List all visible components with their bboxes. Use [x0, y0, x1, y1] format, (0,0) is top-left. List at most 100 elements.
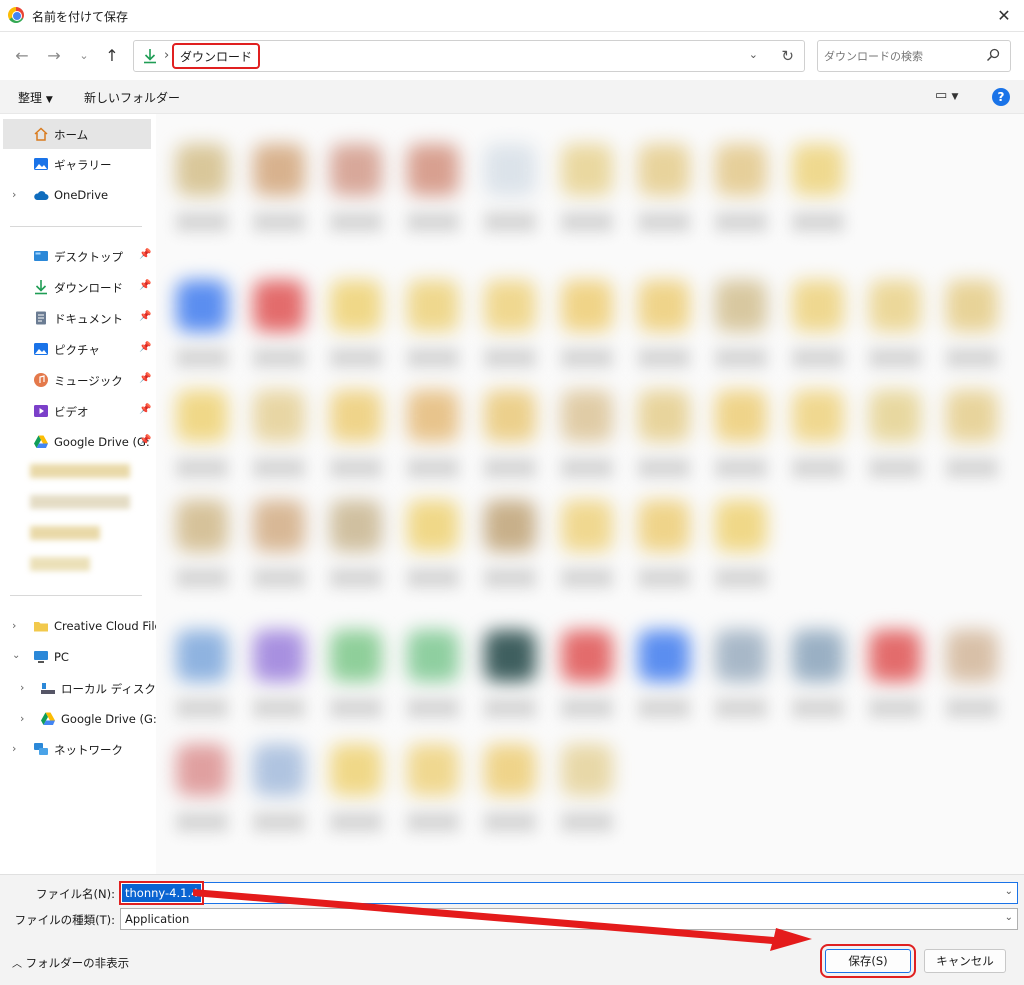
- refresh-icon[interactable]: ↻: [781, 47, 794, 65]
- blurred-file-icon[interactable]: [869, 280, 921, 332]
- blurred-file-icon[interactable]: [561, 744, 613, 796]
- blurred-file-icon[interactable]: [484, 500, 536, 552]
- recent-locations-chevron-icon[interactable]: ⌄: [74, 46, 94, 66]
- blurred-file-icon[interactable]: [253, 500, 305, 552]
- blurred-file-icon[interactable]: [407, 500, 459, 552]
- sidebar-item-local-disk[interactable]: › ローカル ディスク (C:): [0, 673, 180, 703]
- expand-chevron-icon[interactable]: ›: [12, 188, 16, 201]
- blurred-file-icon[interactable]: [715, 390, 767, 442]
- breadcrumb-downloads[interactable]: ダウンロード: [172, 43, 261, 69]
- blurred-file-icon[interactable]: [484, 630, 536, 682]
- blurred-file-icon[interactable]: [330, 144, 382, 196]
- blurred-file-icon[interactable]: [715, 500, 767, 552]
- blurred-file-icon[interactable]: [638, 390, 690, 442]
- blurred-file-icon[interactable]: [946, 630, 998, 682]
- blurred-file-icon[interactable]: [869, 390, 921, 442]
- view-options-button[interactable]: ▭ ▼: [935, 88, 958, 103]
- sidebar-item-google-drive-pinned[interactable]: Google Drive (G: 📌: [0, 427, 152, 457]
- blurred-file-icon[interactable]: [407, 630, 459, 682]
- hide-folders-button[interactable]: ︿ フォルダーの非表示: [12, 955, 129, 971]
- expand-chevron-icon[interactable]: ›: [20, 681, 24, 694]
- filename-field[interactable]: thonny-4.1.4 ⌄: [118, 881, 1018, 905]
- blurred-file-icon[interactable]: [869, 630, 921, 682]
- blurred-file-icon[interactable]: [253, 744, 305, 796]
- blurred-file-icon[interactable]: [561, 390, 613, 442]
- pin-icon[interactable]: 📌: [139, 311, 151, 322]
- blurred-file-icon[interactable]: [407, 144, 459, 196]
- cancel-button[interactable]: キャンセル: [924, 949, 1006, 973]
- search-box[interactable]: [817, 40, 1011, 72]
- sidebar-item-gallery[interactable]: ギャラリー: [0, 149, 152, 179]
- sidebar-item-onedrive[interactable]: › OneDrive: [0, 180, 152, 210]
- pin-icon[interactable]: 📌: [139, 280, 151, 291]
- blurred-file-icon[interactable]: [176, 500, 228, 552]
- sidebar-item-videos[interactable]: ビデオ 📌: [0, 396, 152, 426]
- save-button[interactable]: 保存(S): [820, 944, 916, 978]
- sidebar-item-music[interactable]: ミュージック 📌: [0, 365, 152, 395]
- blurred-file-icon[interactable]: [715, 630, 767, 682]
- blurred-file-icon[interactable]: [638, 280, 690, 332]
- blurred-file-icon[interactable]: [946, 280, 998, 332]
- back-arrow-icon[interactable]: ←: [12, 46, 32, 66]
- new-folder-button[interactable]: 新しいフォルダー: [84, 89, 180, 106]
- blurred-file-icon[interactable]: [638, 630, 690, 682]
- blurred-file-icon[interactable]: [484, 744, 536, 796]
- organize-menu[interactable]: 整理 ▼: [18, 89, 53, 106]
- blurred-file-icon[interactable]: [792, 280, 844, 332]
- blurred-file-icon[interactable]: [253, 280, 305, 332]
- blurred-file-icon[interactable]: [561, 630, 613, 682]
- pin-icon[interactable]: 📌: [139, 249, 151, 260]
- close-button[interactable]: ✕: [992, 4, 1016, 28]
- expand-chevron-icon[interactable]: ›: [12, 742, 16, 755]
- sidebar-item-pc[interactable]: ⌄ PC: [0, 642, 152, 672]
- blurred-file-icon[interactable]: [330, 630, 382, 682]
- blurred-file-icon[interactable]: [561, 500, 613, 552]
- forward-arrow-icon[interactable]: →: [44, 46, 64, 66]
- help-icon[interactable]: ?: [992, 88, 1010, 106]
- blurred-file-icon[interactable]: [407, 280, 459, 332]
- blurred-file-icon[interactable]: [176, 630, 228, 682]
- blurred-file-icon[interactable]: [484, 280, 536, 332]
- blurred-file-icon[interactable]: [561, 280, 613, 332]
- blurred-file-icon[interactable]: [330, 390, 382, 442]
- filename-input[interactable]: thonny-4.1.4: [118, 881, 205, 905]
- pin-icon[interactable]: 📌: [139, 373, 151, 384]
- filename-history-chevron-icon[interactable]: ⌄: [1005, 886, 1013, 897]
- file-list-area[interactable]: [156, 114, 1024, 874]
- blurred-file-icon[interactable]: [176, 744, 228, 796]
- blurred-file-icon[interactable]: [176, 390, 228, 442]
- blurred-file-icon[interactable]: [715, 280, 767, 332]
- blurred-file-icon[interactable]: [638, 144, 690, 196]
- sidebar-item-creative-cloud[interactable]: › Creative Cloud Files: [0, 611, 168, 641]
- blurred-file-icon[interactable]: [253, 630, 305, 682]
- pin-icon[interactable]: 📌: [139, 342, 151, 353]
- pin-icon[interactable]: 📌: [139, 435, 151, 446]
- blurred-file-icon[interactable]: [792, 144, 844, 196]
- blurred-file-icon[interactable]: [253, 390, 305, 442]
- blurred-file-icon[interactable]: [407, 744, 459, 796]
- filetype-chevron-icon[interactable]: ⌄: [1005, 912, 1013, 923]
- filetype-select[interactable]: Application ⌄: [120, 908, 1018, 930]
- sidebar-item-network[interactable]: › ネットワーク: [0, 734, 152, 764]
- blurred-file-icon[interactable]: [484, 390, 536, 442]
- blurred-file-icon[interactable]: [638, 500, 690, 552]
- blurred-file-icon[interactable]: [715, 144, 767, 196]
- blurred-file-icon[interactable]: [176, 280, 228, 332]
- blurred-file-icon[interactable]: [176, 144, 228, 196]
- sidebar-item-google-drive[interactable]: › Google Drive (G:): [0, 704, 161, 734]
- address-bar[interactable]: › ダウンロード ⌄ ↻: [133, 40, 805, 72]
- blurred-file-icon[interactable]: [946, 390, 998, 442]
- address-dropdown-chevron-icon[interactable]: ⌄: [749, 48, 758, 61]
- blurred-file-icon[interactable]: [792, 630, 844, 682]
- sidebar-item-documents[interactable]: ドキュメント 📌: [0, 303, 152, 333]
- sidebar-item-home[interactable]: ホーム: [3, 119, 151, 149]
- blurred-file-icon[interactable]: [792, 390, 844, 442]
- sidebar-item-pictures[interactable]: ピクチャ 📌: [0, 334, 152, 364]
- blurred-file-icon[interactable]: [253, 144, 305, 196]
- pin-icon[interactable]: 📌: [139, 404, 151, 415]
- expand-chevron-icon[interactable]: ›: [20, 712, 24, 725]
- blurred-file-icon[interactable]: [330, 280, 382, 332]
- search-icon[interactable]: [986, 48, 1000, 62]
- blurred-file-icon[interactable]: [407, 390, 459, 442]
- sidebar-item-downloads[interactable]: ダウンロード 📌: [0, 272, 152, 302]
